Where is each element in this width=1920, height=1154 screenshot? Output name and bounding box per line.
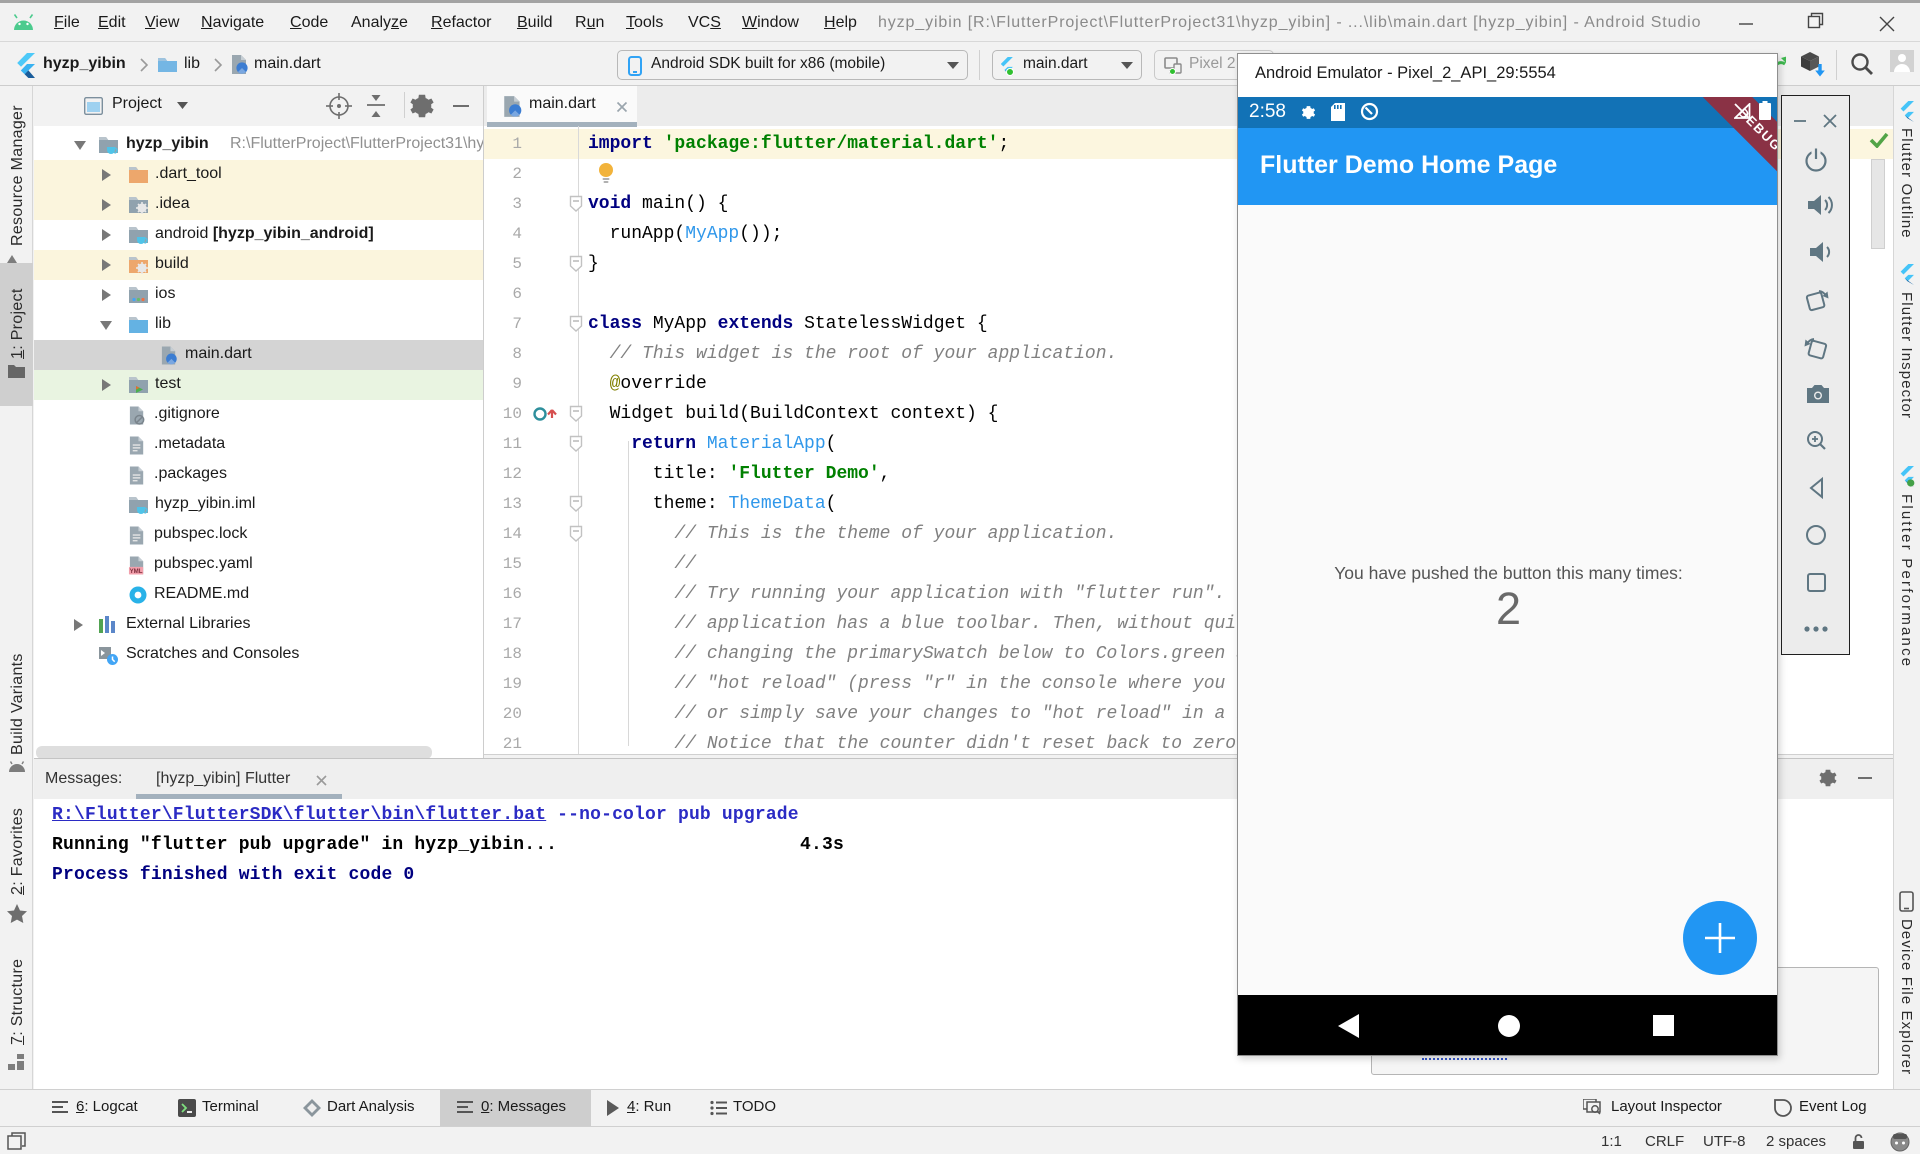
- svg-text:YML: YML: [130, 568, 143, 575]
